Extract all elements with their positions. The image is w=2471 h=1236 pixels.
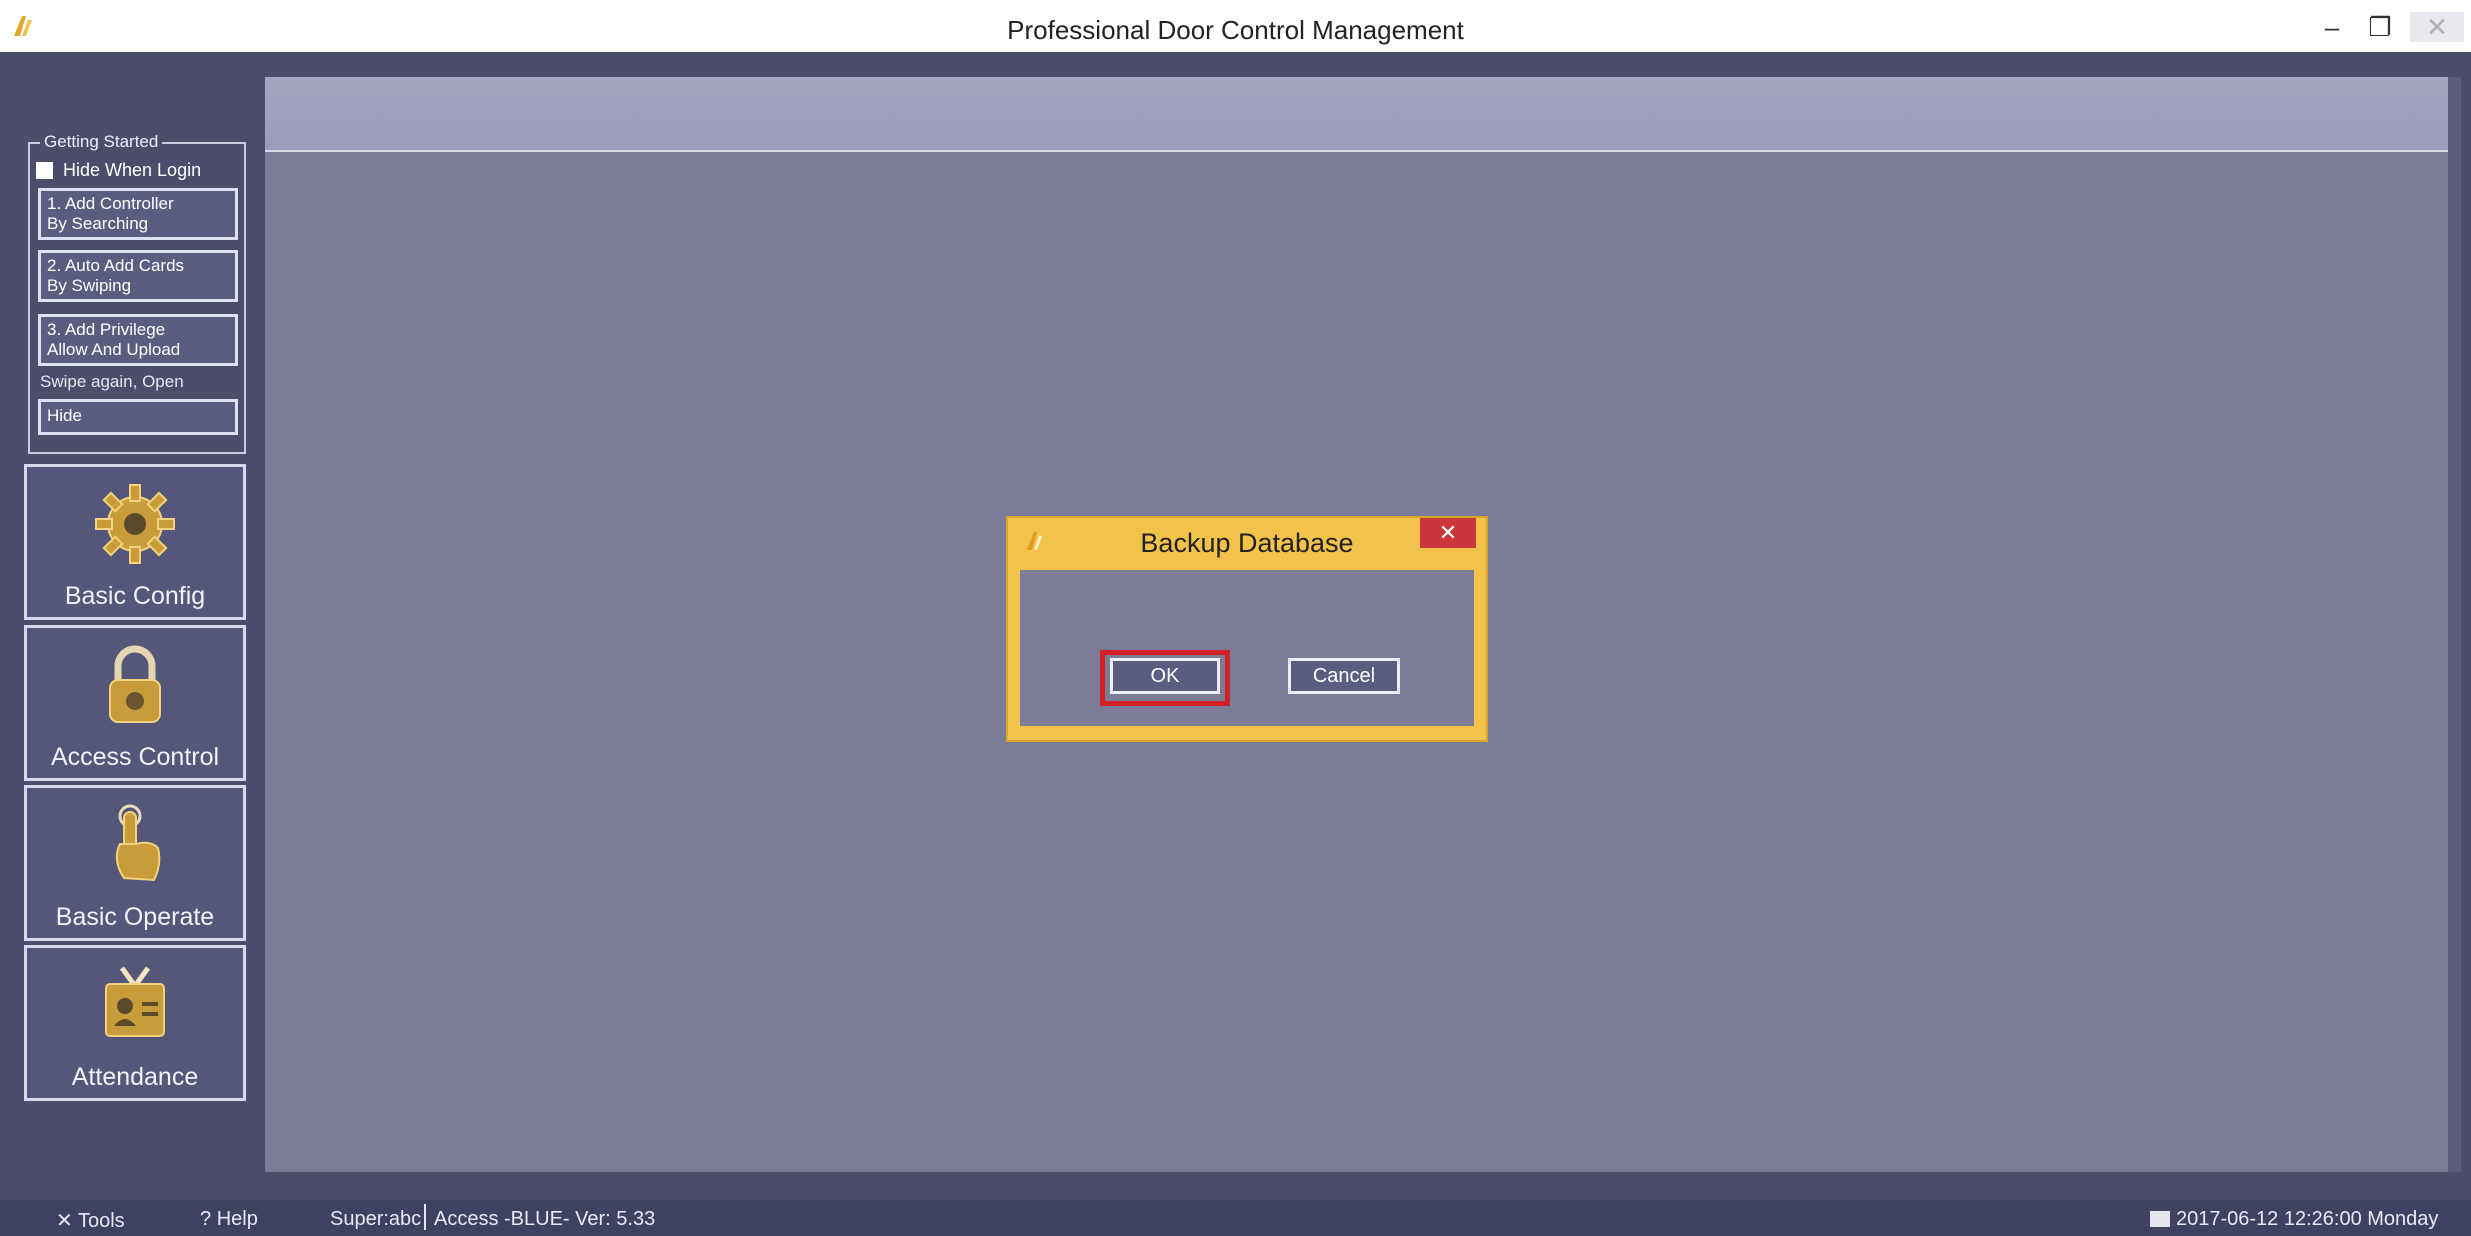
window-title: Professional Door Control Management (1007, 15, 1464, 45)
gear-icon (95, 484, 175, 564)
padlock-icon (109, 645, 161, 723)
hand-pointer-icon (115, 804, 161, 882)
basic-operate-module[interactable]: Basic Operate (24, 785, 246, 941)
auto-add-cards-button[interactable]: 2. Auto Add Cards By Swiping (38, 250, 238, 302)
dialog-body: OK Cancel (1020, 570, 1474, 726)
module-label: Attendance (71, 1063, 199, 1091)
clock-icon (2150, 1211, 2170, 1227)
dialog-title: Backup Database (1140, 528, 1354, 558)
id-card-icon (105, 966, 165, 1037)
help-label: Help (216, 1208, 258, 1230)
title-bar: Professional Door Control Management – ❐… (0, 0, 2471, 52)
backup-database-dialog: Backup Database ✕ OK Cancel (1006, 516, 1488, 742)
getting-started-panel: Getting Started Hide When Login 1. Add C… (28, 132, 246, 454)
current-user: Super:abc (330, 1208, 422, 1230)
version-info: Access -BLUE- Ver: 5.33 (434, 1208, 656, 1230)
cancel-button[interactable]: Cancel (1288, 658, 1400, 694)
step-line-1: 2. Auto Add Cards (47, 256, 185, 275)
status-bar: ✕ Tools ? Help Super:abc Access -BLUE- V… (0, 1200, 2471, 1236)
dialog-close-button[interactable]: ✕ (1420, 518, 1476, 548)
help-icon: ? (200, 1208, 217, 1230)
clock-display: 2017-06-12 12:26:00 Monday (2150, 1208, 2438, 1231)
vertical-scrollbar[interactable] (2448, 77, 2461, 1172)
getting-started-legend: Getting Started (40, 132, 163, 152)
workspace-header (265, 77, 2461, 152)
hide-when-login-option[interactable]: Hide When Login (36, 158, 201, 182)
hide-button[interactable]: Hide (38, 399, 238, 435)
restore-button[interactable]: ❐ (2356, 12, 2404, 42)
hide-when-login-label: Hide When Login (63, 159, 202, 180)
attendance-module[interactable]: Attendance (24, 945, 246, 1101)
access-control-module[interactable]: Access Control (24, 625, 246, 781)
module-label: Basic Config (64, 582, 206, 610)
help-menu[interactable]: ? Help (200, 1208, 258, 1231)
add-privilege-button[interactable]: 3. Add Privilege Allow And Upload (38, 314, 238, 366)
close-window-button[interactable]: ✕ (2410, 12, 2464, 42)
module-label: Basic Operate (55, 903, 215, 931)
step-line-2: By Searching (47, 214, 149, 233)
minimize-button[interactable]: – (2310, 12, 2354, 42)
step-line-2: Allow And Upload (47, 340, 181, 359)
step-line-2: By Swiping (47, 276, 132, 295)
add-controller-button[interactable]: 1. Add Controller By Searching (38, 188, 238, 240)
module-label: Access Control (50, 743, 220, 771)
step-line-1: 1. Add Controller (47, 194, 174, 213)
step-line-1: 3. Add Privilege (47, 320, 166, 339)
tools-menu[interactable]: ✕ Tools (56, 1208, 125, 1233)
datetime-text: 2017-06-12 12:26:00 Monday (2176, 1208, 2439, 1230)
tools-label: Tools (77, 1210, 125, 1232)
swipe-again-note: Swipe again, Open (40, 372, 184, 391)
status-separator (424, 1204, 426, 1230)
ok-button[interactable]: OK (1110, 658, 1220, 694)
hide-when-login-checkbox[interactable] (36, 161, 53, 179)
basic-config-module[interactable]: Basic Config (24, 464, 246, 620)
tools-icon: ✕ (56, 1210, 78, 1232)
